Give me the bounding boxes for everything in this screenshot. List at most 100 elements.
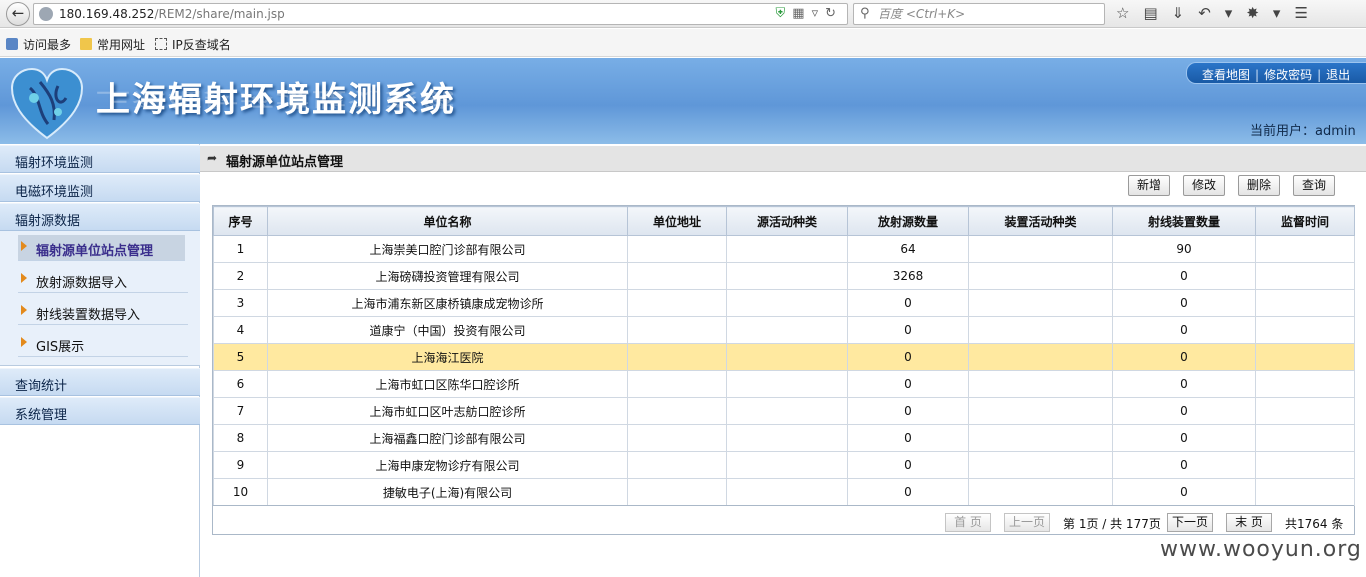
clipboard-icon[interactable]: ▤ [1143,4,1171,22]
column-header[interactable]: 单位名称 [267,206,628,236]
qr-code-icon[interactable]: ▦ [792,6,811,21]
shield-icon[interactable]: ⛨ [776,6,793,21]
add-button[interactable]: 新增 [1128,175,1170,196]
bookmark-ip-lookup[interactable]: IP反查域名 [155,36,231,53]
table-row[interactable]: 3 上海市浦东新区康桥镇康成宠物诊所 0 0 [213,289,1355,317]
sidebar-subitem-gis[interactable]: GIS展示 [18,331,188,357]
table-cell: 5 [213,343,268,371]
sidebar-item-system-admin[interactable]: 系统管理 [0,397,200,425]
table-cell [627,424,727,452]
view-map-link[interactable]: 查看地图 [1202,68,1250,82]
column-header[interactable]: 序号 [213,206,268,236]
table-row[interactable]: 2 上海磅礴投资管理有限公司 3268 0 [213,262,1355,290]
table-cell [1255,262,1355,290]
sidebar-subitem-site-management[interactable]: 辐射源单位站点管理 [18,235,185,261]
bookmark-common-sites[interactable]: 常用网址 [80,36,145,53]
table-cell [726,289,848,317]
table-cell [1255,343,1355,371]
query-button[interactable]: 查询 [1293,175,1335,196]
table-cell [627,316,727,344]
table-cell: 上海海江医院 [267,343,628,371]
search-icon: ⚲ [860,6,870,21]
table-row[interactable]: 6 上海市虹口区陈华口腔诊所 0 0 [213,370,1355,398]
column-header[interactable]: 放射源数量 [847,206,969,236]
panel-title-text: 辐射源单位站点管理 [226,155,344,170]
folder-icon [80,38,92,50]
extension-icon[interactable]: ✸ [1246,4,1273,22]
browser-nav-bar: ← 180.169.48.252/REM2/share/main.jsp ⛨▦▿… [0,0,1366,28]
table-cell: 0 [847,343,969,371]
change-password-link[interactable]: 修改密码 [1264,68,1312,82]
table-cell [1255,424,1355,452]
search-box[interactable]: ⚲ [853,3,1105,25]
column-header[interactable]: 单位地址 [627,206,727,236]
table-cell: 0 [1112,424,1256,452]
table-row[interactable]: 9 上海申康宠物诊疗有限公司 0 0 [213,451,1355,479]
sidebar-subitem-device-import[interactable]: 射线装置数据导入 [18,299,188,325]
table-row[interactable]: 10 捷敏电子(上海)有限公司 0 0 [213,478,1355,506]
url-text[interactable]: 180.169.48.252/REM2/share/main.jsp [59,7,285,21]
table-cell [627,478,727,506]
table-row[interactable]: 8 上海福鑫口腔门诊部有限公司 0 0 [213,424,1355,452]
table-cell: 道康宁（中国）投资有限公司 [267,316,628,344]
reload-icon[interactable]: ↻ [825,6,843,21]
column-header[interactable]: 射线装置数量 [1112,206,1256,236]
table-cell: 上海申康宠物诊疗有限公司 [267,451,628,479]
table-row[interactable]: 7 上海市虹口区叶志舫口腔诊所 0 0 [213,397,1355,425]
prev-page-button[interactable]: 上一页 [1004,513,1050,532]
menu-icon[interactable]: ☰ [1294,4,1321,22]
logout-link[interactable]: 退出 [1326,68,1350,82]
table-row[interactable]: 4 道康宁（中国）投资有限公司 0 0 [213,316,1355,344]
sidebar-item-source-data[interactable]: 辐射源数据 [0,203,200,231]
table-cell [968,343,1113,371]
top-links: 查看地图 | 修改密码 | 退出 [1186,62,1366,84]
table-cell [1255,316,1355,344]
table-cell [968,478,1113,506]
table-row[interactable]: 1 上海崇美口腔门诊部有限公司 64 90 [213,235,1355,263]
bookmark-most-visited[interactable]: 访问最多 [6,36,71,53]
delete-button[interactable]: 删除 [1238,175,1280,196]
table-cell: 8 [213,424,268,452]
table-cell [968,370,1113,398]
table-cell [1255,289,1355,317]
sidebar-item-em-monitoring[interactable]: 电磁环境监测 [0,174,200,202]
chevron-down-icon[interactable]: ▾ [1273,4,1295,22]
pagination: 首 页 上一页 第 1页 / 共 177页 下一页 末 页 共1764 条 [213,505,1354,534]
undo-icon[interactable]: ↶ [1198,4,1225,22]
current-user-name: admin [1315,124,1356,139]
globe-icon [39,7,53,21]
search-input[interactable] [878,6,1098,22]
table-cell [1255,478,1355,506]
table-cell: 上海崇美口腔门诊部有限公司 [267,235,628,263]
table-cell: 0 [847,289,969,317]
table-cell [968,316,1113,344]
total-count: 共1764 条 [1285,517,1344,531]
table-cell [968,451,1113,479]
column-header[interactable]: 监督时间 [1255,206,1355,236]
chevron-down-icon[interactable]: ▾ [1225,4,1247,22]
table-cell: 4 [213,316,268,344]
bookmark-label: 常用网址 [97,38,146,52]
dropdown-icon[interactable]: ▿ [812,6,826,21]
table-row[interactable]: 5 上海海江医院 0 0 [213,343,1355,371]
next-page-button[interactable]: 下一页 [1167,513,1213,532]
download-icon[interactable]: ⇓ [1172,4,1199,22]
edit-button[interactable]: 修改 [1183,175,1225,196]
page-icon [6,38,18,50]
sidebar-item-radiation-monitoring[interactable]: 辐射环境监测 [0,145,200,173]
back-arrow-icon[interactable]: ← [6,2,30,26]
sidebar-subitem-source-import[interactable]: 放射源数据导入 [18,267,188,293]
system-title-reflection: 上海辐射环境监测系统 [96,87,456,110]
first-page-button[interactable]: 首 页 [945,513,991,532]
table-cell: 0 [1112,397,1256,425]
last-page-button[interactable]: 末 页 [1226,513,1272,532]
table-cell [968,397,1113,425]
subitem-label: GIS展示 [36,340,85,355]
star-icon[interactable]: ☆ [1116,4,1143,22]
column-header[interactable]: 源活动种类 [726,206,848,236]
column-header[interactable]: 装置活动种类 [968,206,1113,236]
address-bar[interactable]: 180.169.48.252/REM2/share/main.jsp ⛨▦▿↻ [33,3,848,25]
table-cell [726,451,848,479]
sidebar-item-query-stats[interactable]: 查询统计 [0,368,200,396]
table-cell [968,289,1113,317]
